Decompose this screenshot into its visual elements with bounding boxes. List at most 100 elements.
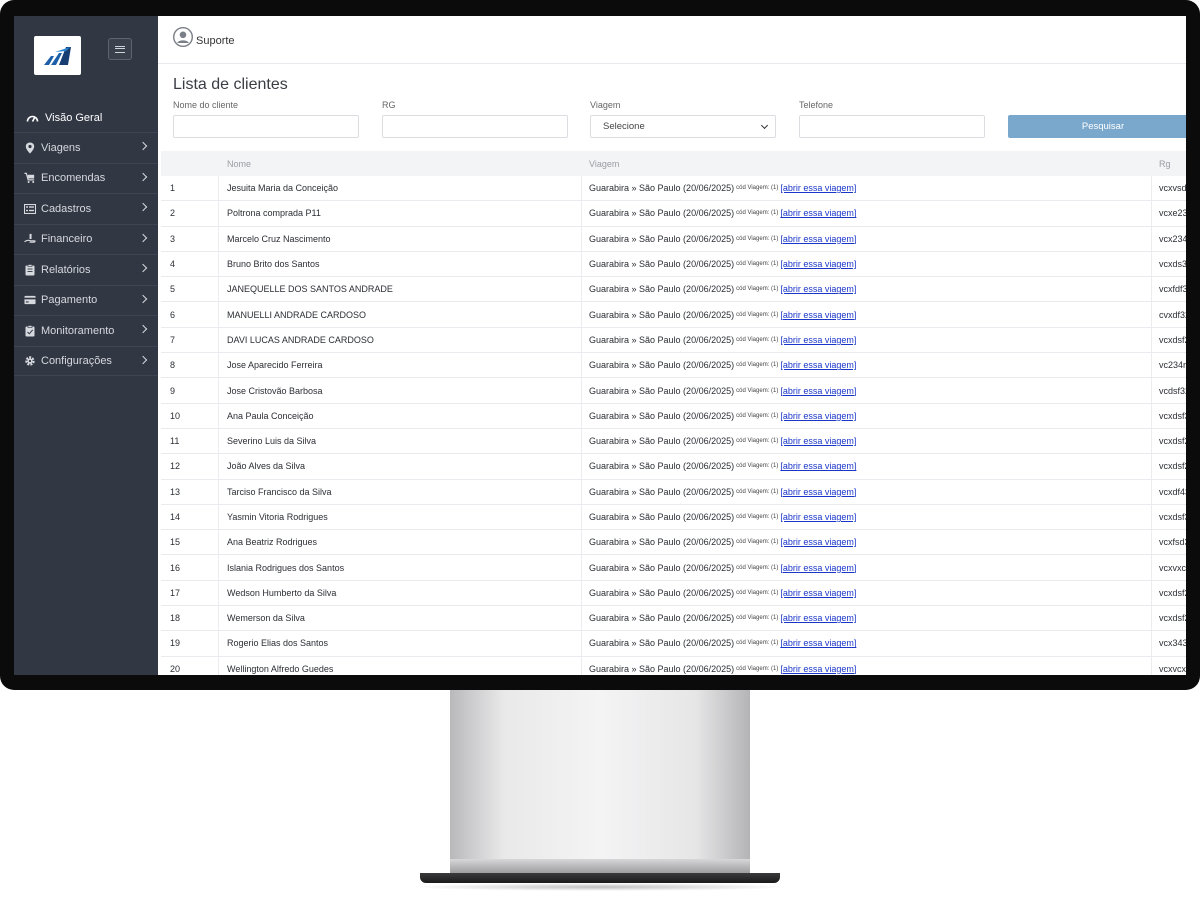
trip-route: Guarabira » São Paulo (20/06/2025) [589,461,735,472]
table-row: 8 Jose Aparecido Ferreira Guarabira » São … [161,353,1186,379]
monitor-stand-base [420,873,780,883]
trip-code: cód Viagem: (1) [736,615,779,622]
trip-code: cód Viagem: (1) [736,185,779,192]
trip-select[interactable]: Selecione [590,115,776,138]
trip-route: Guarabira » São Paulo (20/06/2025) [589,385,735,396]
client-name: Wedson Humberto da Silva [219,580,582,606]
trip-cell: Guarabira » São Paulo (20/06/2025) cód Vi… [582,606,1152,631]
row-index: 17 [161,580,219,606]
sidebar-item-configuracoes[interactable]: Configurações [14,345,158,376]
monitor-stand [450,690,750,873]
header-rg[interactable]: Rg [1152,151,1186,176]
trip-cell: Guarabira » São Paulo (20/06/2025) cód Vi… [582,454,1152,479]
open-trip-link[interactable]: [abrir essa viagem] [780,664,856,674]
sidebar-item-monitoramento[interactable]: Monitoramento [14,315,158,346]
trip-cell: Guarabira » São Paulo (20/06/2025) cód Vi… [582,327,1152,353]
phone-label: Telefone [799,100,834,110]
trip-code: cód Viagem: (1) [736,235,779,242]
rg-label: RG [382,100,396,110]
client-name: Jose Cristovão Barbosa [219,378,582,403]
open-trip-link[interactable]: [abrir essa viagem] [780,411,856,421]
trip-route: Guarabira » São Paulo (20/06/2025) [589,259,735,270]
client-name: Jose Aparecido Ferreira [219,353,582,378]
open-trip-link[interactable]: [abrir essa viagem] [780,284,856,294]
user-avatar-icon[interactable] [173,27,193,47]
trip-cell: Guarabira » São Paulo (20/06/2025) cód Vi… [582,378,1152,403]
open-trip-link[interactable]: [abrir essa viagem] [780,638,856,648]
header-name[interactable]: Nome [219,151,582,176]
open-trip-link[interactable]: [abrir essa viagem] [780,461,856,471]
client-rg: vcxdsf2 [1159,334,1186,345]
chevron-right-icon [138,233,148,242]
open-trip-link[interactable]: [abrir essa viagem] [780,563,856,573]
open-trip-link[interactable]: [abrir essa viagem] [780,386,856,396]
table-row: 14 Yasmin Vitoria Rodrigues Guarabira » Sã… [161,504,1186,531]
client-name: Ana Beatriz Rodrigues [219,530,582,555]
rg-input[interactable] [382,115,568,138]
row-index: 11 [161,428,219,454]
sidebar: Visão Geral Viagens Encomendas Cadastros… [14,16,158,675]
row-index: 15 [161,530,219,555]
row-index: 14 [161,504,219,530]
sidebar-item-viagens[interactable]: Viagens [14,132,158,163]
sidebar-item-overview[interactable]: Visão Geral [14,104,158,131]
trip-code: cód Viagem: (1) [736,514,779,520]
trip-code: cód Viagem: (1) [736,412,779,419]
open-trip-link[interactable]: [abrir essa viagem] [780,208,856,218]
row-index: 16 [161,555,219,580]
trip-route: Guarabira » São Paulo (20/06/2025) [589,208,735,219]
open-trip-link[interactable]: [abrir essa viagem] [780,436,856,446]
open-trip-link[interactable]: [abrir essa viagem] [780,310,856,320]
table-row: 17 Wedson Humberto da Silva Guarabira » Sã… [161,580,1186,607]
client-rg: vc234r [1159,360,1186,371]
search-button[interactable]: Pesquisar [1008,115,1186,138]
open-trip-link[interactable]: [abrir essa viagem] [780,487,856,497]
client-name: MANUELLI ANDRADE CARDOSO [219,302,582,327]
trip-cell: Guarabira » São Paulo (20/06/2025) cód Vi… [582,504,1152,530]
table-row: 7 DAVI LUCAS ANDRADE CARDOSO Guarabira » S… [161,327,1186,354]
client-name: Bruno Brito dos Santos [219,251,582,277]
trip-code: cód Viagem: (1) [736,311,779,318]
sidebar-item-label: Encomendas [41,172,106,185]
trip-route: Guarabira » São Paulo (20/06/2025) [589,537,735,548]
sidebar-item-label: Financeiro [41,233,93,246]
sidebar-item-encomendas[interactable]: Encomendas [14,162,158,194]
open-trip-link[interactable]: [abrir essa viagem] [780,537,856,547]
chevron-right-icon [138,324,148,334]
user-name-label[interactable]: Suporte [196,35,235,47]
trip-code: cód Viagem: (1) [736,640,779,647]
map-pin-icon [24,142,36,154]
sidebar-item-cadastros[interactable]: Cadastros [14,193,158,224]
cart-icon [24,172,36,184]
header-trip[interactable]: Viagem [582,151,1152,176]
open-trip-link[interactable]: [abrir essa viagem] [780,360,856,370]
row-index: 2 [161,201,219,226]
open-trip-link[interactable]: [abrir essa viagem] [780,613,856,623]
client-name-input[interactable] [173,115,359,138]
phone-input[interactable] [799,115,985,138]
open-trip-link[interactable]: [abrir essa viagem] [780,259,856,269]
gear-icon [24,355,36,367]
app-logo[interactable] [34,36,81,75]
trip-route: Guarabira » São Paulo (20/06/2025) [589,410,735,421]
monitor-frame: Visão Geral Viagens Encomendas Cadastros… [0,0,1200,690]
sidebar-item-pagamento[interactable]: Pagamento [14,284,158,316]
table-row: 20 Wellington Alfredo Guedes Guarabira » S… [161,656,1186,675]
client-name: Marcelo Cruz Nascimento [219,226,582,251]
open-trip-link[interactable]: [abrir essa viagem] [780,512,856,522]
menu-toggle-button[interactable] [108,38,132,60]
trip-cell: Guarabira » São Paulo (20/06/2025) cód Vi… [582,530,1152,555]
client-name: Islania Rodrigues dos Santos [219,555,582,580]
open-trip-link[interactable]: [abrir essa viagem] [780,335,856,345]
open-trip-link[interactable]: [abrir essa viagem] [780,588,856,598]
client-rg: vcxdsf2 [1159,587,1186,598]
sidebar-item-relatorios[interactable]: Relatórios [14,254,158,285]
table-row: 12 João Alves da Silva Guarabira » São Pau… [161,454,1186,480]
sidebar-item-financeiro[interactable]: Financeiro [14,223,158,255]
trip-route: Guarabira » São Paulo (20/06/2025) [589,233,735,244]
open-trip-link[interactable]: [abrir essa viagem] [780,234,856,244]
row-index: 1 [161,176,219,201]
client-rg: vcxvsd [1159,183,1186,194]
trip-code: cód Viagem: (1) [736,387,779,394]
open-trip-link[interactable]: [abrir essa viagem] [780,183,856,193]
